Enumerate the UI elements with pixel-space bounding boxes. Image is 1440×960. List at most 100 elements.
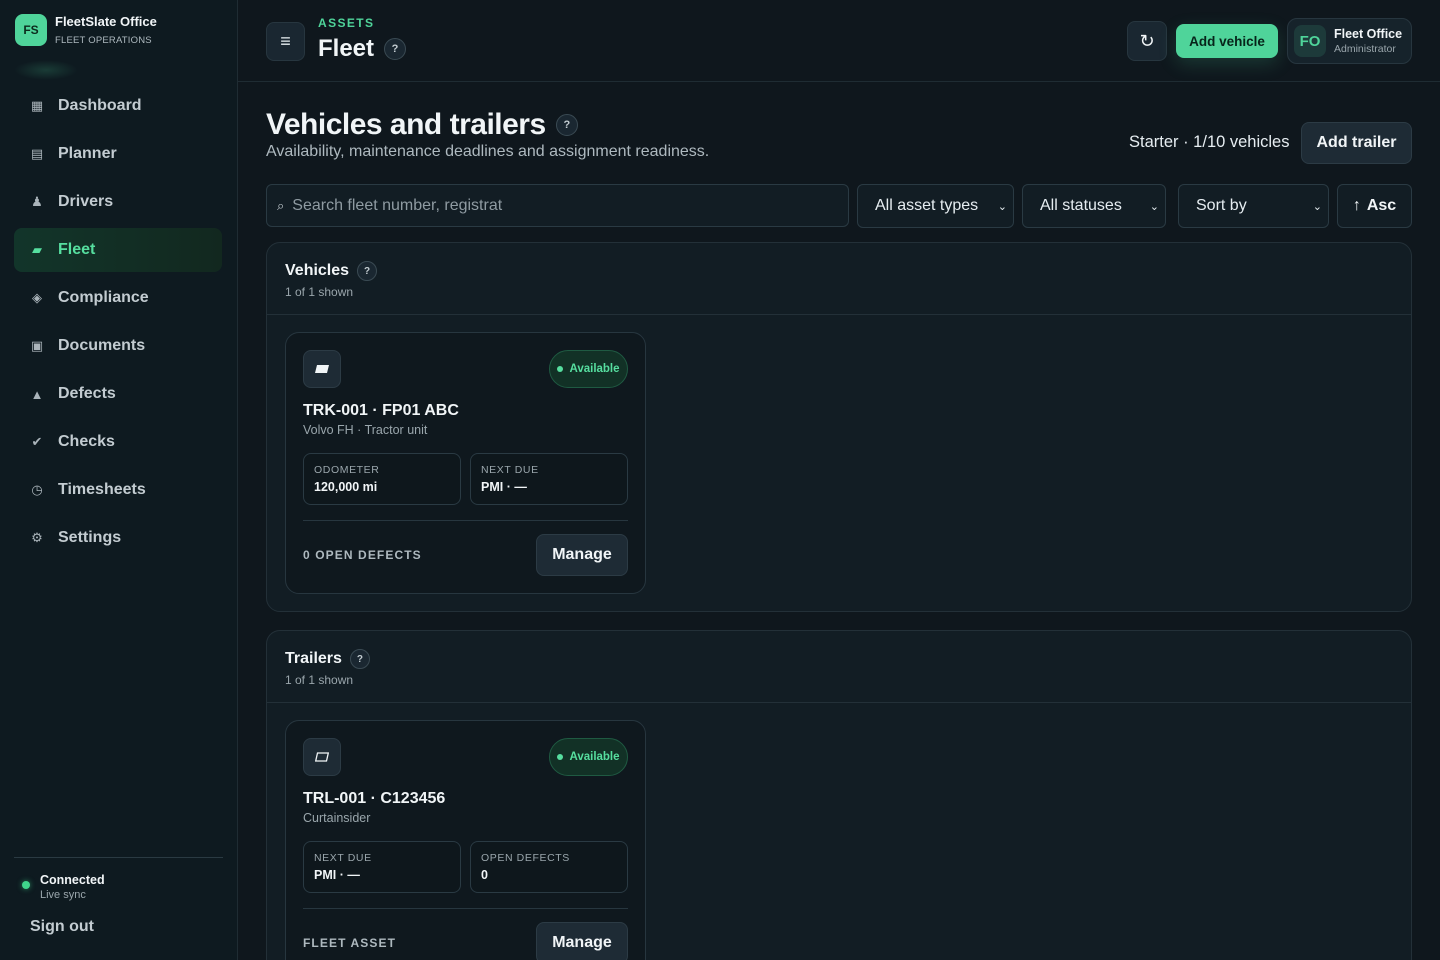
stat-value: 0 — [481, 868, 488, 882]
sort-select[interactable]: Sort by ⌄ — [1178, 184, 1329, 228]
search-icon: ⌕ — [277, 197, 285, 213]
divider — [303, 520, 628, 521]
status-value: All statuses — [1040, 197, 1122, 214]
trailer-card[interactable]: Available TRL-001 · C123456 Curtainsider… — [285, 720, 646, 960]
page-title-text: Fleet — [318, 35, 375, 62]
panel-header: Trailers ? 1 of 1 shown — [267, 631, 1411, 703]
refresh-button[interactable]: ↻ — [1127, 21, 1167, 61]
status-dot-icon — [557, 366, 564, 372]
dashboard-icon: ▦ — [30, 98, 44, 113]
sign-out-button[interactable]: Sign out — [30, 918, 94, 936]
asset-type-select[interactable]: All asset types ⌄ — [857, 184, 1014, 228]
status-dot-icon — [22, 881, 30, 889]
menu-toggle-button[interactable]: ≡ — [266, 22, 305, 61]
panel-title-text: Vehicles — [285, 262, 350, 279]
sidebar-nav: ▦ Dashboard ▤ Planner ♟ Drivers ▰ Fleet … — [14, 84, 222, 564]
vehicle-title: TRK-001 · FP01 ABC — [303, 402, 459, 419]
open-defects-label: 0 OPEN DEFECTS — [303, 548, 422, 562]
plan-usage: Starter · 1/10 vehicles — [1129, 133, 1290, 151]
next-due-stat: NEXT DUE PMI · — — [303, 841, 461, 893]
sidebar-item-label: Fleet — [58, 241, 96, 258]
sidebar-item-label: Timesheets — [58, 481, 146, 498]
sidebar-item-timesheets[interactable]: ◷ Timesheets — [14, 468, 222, 512]
sidebar-item-label: Checks — [58, 433, 115, 450]
connection-status: Connected Live sync — [14, 873, 223, 901]
page-title: Fleet ? — [318, 35, 407, 63]
section-heading: Vehicles and trailers ? — [266, 108, 578, 142]
vehicle-card[interactable]: Available TRK-001 · FP01 ABC Volvo FH · … — [285, 332, 646, 594]
clock-icon: ◷ — [31, 482, 43, 497]
sidebar-item-checks[interactable]: ✔ Checks — [14, 420, 222, 464]
sidebar-item-label: Defects — [58, 385, 116, 402]
panel-count: 1 of 1 shown — [285, 673, 354, 687]
sidebar-item-defects[interactable]: ▲ Defects — [14, 372, 222, 416]
fleet-icon: ▰ — [32, 242, 42, 257]
brand-logo: FS — [15, 14, 47, 46]
sidebar: FS FleetSlate Office FLEET OPERATIONS ▦ … — [0, 0, 238, 960]
help-icon[interactable]: ? — [349, 649, 370, 669]
trailers-panel: Trailers ? 1 of 1 shown Available TRL-00… — [266, 630, 1412, 960]
panel-count: 1 of 1 shown — [285, 285, 354, 299]
sidebar-item-dashboard[interactable]: ▦ Dashboard — [14, 84, 222, 128]
stat-value: PMI · — — [481, 480, 527, 494]
manage-button[interactable]: Manage — [536, 534, 628, 576]
connection-title: Connected — [40, 873, 105, 887]
manage-button[interactable]: Manage — [536, 922, 628, 960]
sidebar-item-label: Dashboard — [58, 97, 142, 114]
stat-label: NEXT DUE — [314, 852, 372, 864]
add-trailer-button[interactable]: Add trailer — [1301, 122, 1412, 164]
panel-title: Vehicles ? — [285, 261, 1411, 281]
help-icon[interactable]: ? — [384, 38, 407, 60]
divider — [303, 908, 628, 909]
documents-icon: ▣ — [30, 338, 44, 353]
user-menu[interactable]: FO Fleet Office Administrator — [1287, 18, 1412, 64]
sidebar-item-label: Planner — [58, 145, 117, 162]
sidebar-item-label: Documents — [58, 337, 146, 354]
avatar: FO — [1294, 25, 1326, 57]
hamburger-icon: ≡ — [280, 31, 291, 51]
sidebar-item-label: Drivers — [58, 193, 114, 210]
search-input[interactable] — [292, 196, 833, 215]
compliance-icon: ◈ — [32, 290, 42, 305]
section-subheading: Availability, maintenance deadlines and … — [266, 143, 710, 160]
trailer-title: TRL-001 · C123456 — [303, 790, 446, 807]
status-dot-icon — [557, 754, 564, 760]
section-heading-text: Vehicles and trailers — [266, 108, 546, 141]
sidebar-item-label: Settings — [58, 529, 122, 546]
brand-subtitle: FLEET OPERATIONS — [55, 35, 152, 46]
user-name: Fleet Office — [1334, 27, 1403, 41]
sidebar-item-settings[interactable]: ⚙ Settings — [14, 516, 222, 560]
vehicle-subtitle: Volvo FH · Tractor unit — [303, 423, 428, 437]
add-vehicle-button[interactable]: Add vehicle — [1176, 24, 1278, 58]
help-icon[interactable]: ? — [357, 261, 378, 281]
sort-order-button[interactable]: ↑ Asc — [1337, 184, 1412, 228]
odometer-stat: ODOMETER 120,000 mi — [303, 453, 461, 505]
check-icon: ✔ — [31, 434, 43, 449]
brand-glow — [14, 60, 78, 80]
status-label: Available — [569, 751, 620, 763]
user-role: Administrator — [1334, 43, 1396, 55]
search-field[interactable]: ⌕ — [266, 184, 849, 227]
sidebar-footer: Connected Live sync Sign out — [14, 857, 223, 935]
panel-title: Trailers ? — [285, 649, 1411, 669]
sort-order-label: Asc — [1366, 197, 1397, 214]
stat-value: PMI · — — [314, 868, 360, 882]
sidebar-item-compliance[interactable]: ◈ Compliance — [14, 276, 222, 320]
sidebar-item-fleet[interactable]: ▰ Fleet — [14, 228, 222, 272]
sidebar-item-documents[interactable]: ▣ Documents — [14, 324, 222, 368]
sidebar-item-drivers[interactable]: ♟ Drivers — [14, 180, 222, 224]
fleet-asset-label: FLEET ASSET — [303, 936, 396, 950]
asset-type-value: All asset types — [875, 197, 979, 214]
brand[interactable]: FS FleetSlate Office FLEET OPERATIONS — [15, 14, 157, 46]
sidebar-item-planner[interactable]: ▤ Planner — [14, 132, 222, 176]
panel-title-text: Trailers — [285, 650, 342, 667]
chevron-down-icon: ⌄ — [997, 200, 1007, 213]
help-icon[interactable]: ? — [555, 114, 578, 136]
gear-icon: ⚙ — [31, 530, 43, 545]
connection-subtitle: Live sync — [40, 889, 86, 901]
chevron-down-icon: ⌄ — [1149, 200, 1159, 213]
open-defects-stat: OPEN DEFECTS 0 — [470, 841, 628, 893]
warning-icon: ▲ — [30, 386, 44, 402]
status-select[interactable]: All statuses ⌄ — [1022, 184, 1166, 228]
sort-value: Sort by — [1196, 197, 1247, 214]
